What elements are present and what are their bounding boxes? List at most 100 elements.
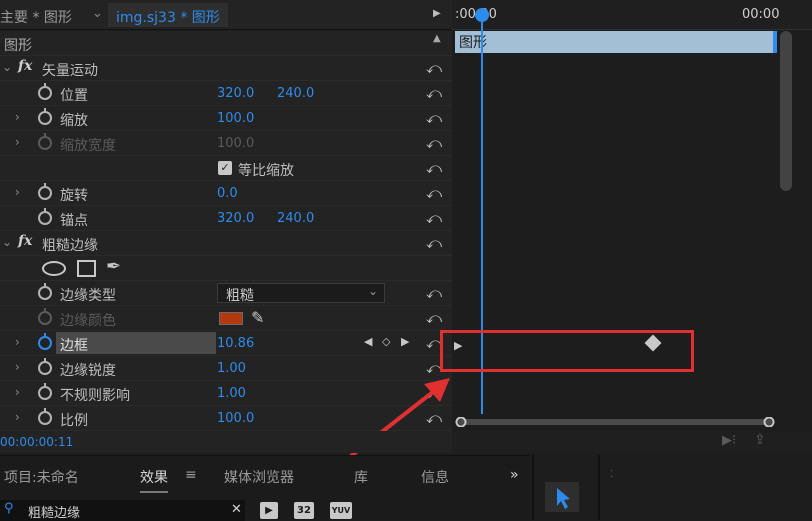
position-y-value[interactable]: 240.0 (277, 86, 314, 101)
expand-arrow-icon[interactable]: › (15, 360, 20, 374)
export-frame-icon[interactable]: ⇪ (754, 432, 766, 448)
next-keyframe-icon[interactable]: ▶ (401, 335, 409, 348)
more-panels-icon[interactable]: » (510, 467, 519, 483)
scale-row[interactable]: › 缩放 100.0 ⤺ (0, 106, 452, 131)
effects-search-field[interactable]: ⚲ 粗糙边缘 ✕ (0, 500, 245, 521)
expand-chevron-icon[interactable]: ⌄ (2, 60, 12, 74)
current-timecode[interactable]: 00:00:00:11 (0, 431, 452, 453)
scale-width-row: › 缩放宽度 100.0 ⤺ (0, 131, 452, 156)
stopwatch-icon[interactable] (38, 358, 52, 375)
reset-icon[interactable]: ⤺ (426, 159, 442, 177)
fx-icon[interactable]: fx (18, 233, 32, 249)
eyedropper-icon[interactable]: ✎ (251, 308, 264, 327)
expand-arrow-icon[interactable]: › (15, 135, 20, 149)
chevron-down-icon[interactable]: ⌄ (92, 6, 103, 21)
rectangle-mask-icon[interactable] (77, 260, 96, 277)
selection-arrow-icon (557, 488, 570, 509)
tab-project[interactable]: 项目:未命名 (4, 467, 79, 487)
expand-arrow-icon[interactable]: › (15, 410, 20, 424)
play-icon[interactable]: ▶ (433, 8, 441, 19)
pen-mask-icon[interactable]: ✒ (106, 256, 121, 277)
anchor-row[interactable]: 锚点 320.0 240.0 ⤺ (0, 206, 452, 231)
expand-chevron-icon[interactable]: ⌄ (2, 235, 12, 249)
vector-motion-row[interactable]: ⌄ fx 矢量运动 ⤺ (0, 56, 452, 81)
panel-grip-icon: ⁚ (610, 469, 614, 480)
anchor-y-value[interactable]: 240.0 (277, 211, 314, 226)
32bit-effects-icon[interactable]: 32 (294, 502, 314, 519)
highlight-box (440, 330, 694, 372)
anchor-x-value[interactable]: 320.0 (217, 211, 254, 226)
accelerated-effects-icon[interactable]: ▶ (260, 502, 278, 519)
border-value[interactable]: 10.86 (217, 336, 254, 351)
stopwatch-icon (38, 308, 52, 325)
edge-type-row[interactable]: 边缘类型 粗糙 ⌄ ⤺ (0, 281, 452, 306)
menu-icon[interactable]: ≡ (185, 467, 197, 483)
stopwatch-icon[interactable] (38, 108, 52, 125)
yuv-effects-icon[interactable]: YUV (330, 502, 352, 519)
ellipse-mask-icon[interactable] (42, 261, 66, 276)
edge-color-row[interactable]: 边缘颜色 ✎ ⤺ (0, 306, 452, 331)
rotation-value[interactable]: 0.0 (217, 186, 238, 201)
stopwatch-icon[interactable] (38, 183, 52, 200)
timeline-zoom-scrollbar[interactable] (455, 417, 775, 427)
effect-controls-header: 主要 * 图形 ⌄ img.sj33 * 图形 ▶ (0, 0, 452, 30)
vertical-scrollbar[interactable] (780, 31, 792, 191)
expand-arrow-icon[interactable]: › (15, 185, 20, 199)
collapse-up-icon[interactable]: ▲ (433, 33, 441, 44)
edge-type-value: 粗糙 (226, 288, 254, 304)
uniform-scale-row[interactable]: ✓ 等比缩放 ⤺ (0, 156, 452, 181)
stopwatch-icon[interactable] (38, 333, 52, 350)
anchor-label: 锚点 (60, 213, 88, 229)
reset-icon[interactable]: ⤺ (426, 59, 442, 77)
search-input-value[interactable]: 粗糙边缘 (28, 502, 80, 521)
stopwatch-icon (38, 133, 52, 150)
edge-sharpness-label: 边缘锐度 (60, 363, 116, 379)
uniform-scale-checkbox[interactable]: ✓ (218, 161, 232, 175)
reset-icon[interactable]: ⤺ (426, 284, 442, 302)
rotation-row[interactable]: › 旋转 0.0 ⤺ (0, 181, 452, 206)
timeline-footer: ▶⁝ ⇪ (452, 431, 812, 453)
reset-icon[interactable]: ⤺ (426, 184, 442, 202)
position-x-value[interactable]: 320.0 (217, 86, 254, 101)
irregular-influence-value[interactable]: 1.00 (217, 386, 246, 401)
expand-arrow-icon[interactable]: › (15, 335, 20, 349)
stopwatch-icon[interactable] (38, 83, 52, 100)
tab-main-graphic[interactable]: 主要 * 图形 (0, 7, 72, 27)
tab-media-browser[interactable]: 媒体浏览器 (224, 467, 294, 487)
scale-value[interactable]: 100.0 (217, 111, 254, 126)
render-icon[interactable]: ▶⁝ (722, 433, 736, 448)
expand-arrow-icon[interactable]: › (15, 385, 20, 399)
playhead-handle[interactable] (475, 8, 489, 22)
stopwatch-icon[interactable] (38, 283, 52, 300)
edge-sharpness-value[interactable]: 1.00 (217, 361, 246, 376)
reset-icon[interactable]: ⤺ (426, 209, 442, 227)
stopwatch-icon[interactable] (38, 208, 52, 225)
fx-icon[interactable]: fx (18, 58, 32, 74)
graphic-clip-bar[interactable]: 图形 (455, 31, 777, 53)
tab-effects[interactable]: 效果 (140, 467, 168, 493)
reset-icon[interactable]: ⤺ (426, 84, 442, 102)
edge-scale-value[interactable]: 100.0 (217, 411, 254, 426)
expand-arrow-icon[interactable]: › (15, 110, 20, 124)
stopwatch-icon[interactable] (38, 408, 52, 425)
tab-libraries[interactable]: 库 (354, 467, 368, 487)
chevron-down-icon: ⌄ (368, 284, 379, 298)
reset-icon[interactable]: ⤺ (426, 234, 442, 252)
rough-edges-row[interactable]: ⌄ fx 粗糙边缘 ⤺ (0, 231, 452, 256)
position-row[interactable]: 位置 320.0 240.0 ⤺ (0, 81, 452, 106)
border-row[interactable]: › 边框 10.86 ◀ ◇ ▶ ⤺ (0, 331, 452, 356)
edge-type-dropdown[interactable]: 粗糙 ⌄ (217, 283, 385, 304)
reset-icon[interactable]: ⤺ (426, 134, 442, 152)
add-keyframe-icon[interactable]: ◇ (382, 335, 390, 348)
reset-icon[interactable]: ⤺ (426, 309, 442, 327)
edge-color-swatch[interactable] (219, 312, 243, 325)
selection-tool-button[interactable] (545, 482, 579, 512)
tab-active-clip[interactable]: img.sj33 * 图形 (116, 7, 220, 27)
clear-search-icon[interactable]: ✕ (231, 502, 242, 517)
vector-motion-label: 矢量运动 (42, 63, 98, 79)
stopwatch-icon[interactable] (38, 383, 52, 400)
tab-info[interactable]: 信息 (421, 467, 449, 487)
prev-keyframe-icon[interactable]: ◀ (364, 335, 372, 348)
ruler-end-time: 00:00 (742, 7, 780, 22)
reset-icon[interactable]: ⤺ (426, 109, 442, 127)
